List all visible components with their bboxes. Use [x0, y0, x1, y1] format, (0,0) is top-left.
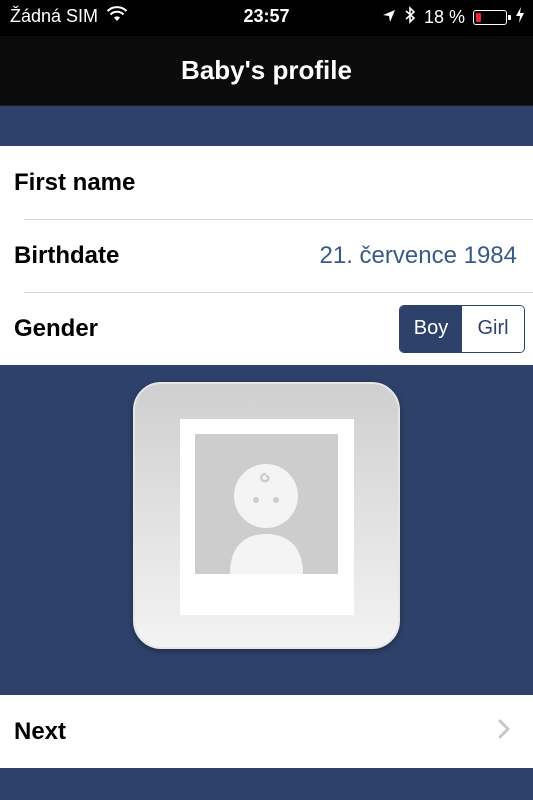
charging-icon: [515, 7, 525, 28]
gender-option-girl[interactable]: Girl: [462, 305, 524, 352]
page-title: Baby's profile: [181, 55, 352, 85]
first-name-row[interactable]: First name: [0, 146, 533, 219]
gender-option-boy[interactable]: Boy: [400, 305, 462, 352]
next-label: Next: [14, 717, 67, 745]
gender-row: Gender Boy Girl: [0, 292, 533, 365]
location-icon: [382, 7, 396, 28]
birthdate-label: Birthdate: [14, 241, 120, 269]
gender-segmented-control: Boy Girl: [399, 304, 525, 353]
battery-icon: [473, 10, 511, 25]
status-right: 18 %: [382, 6, 525, 29]
bluetooth-icon: [404, 6, 416, 29]
battery-level: [476, 13, 482, 22]
birthdate-value[interactable]: 21. července 1984: [320, 242, 517, 270]
profile-form: First name Birthdate 21. července 1984 G…: [0, 146, 533, 365]
birthdate-row[interactable]: Birthdate 21. července 1984: [0, 219, 533, 292]
battery-percent: 18 %: [423, 7, 465, 27]
first-name-label: First name: [14, 168, 136, 196]
navigation-bar: Baby's profile: [0, 36, 533, 106]
gender-label: Gender: [14, 314, 99, 342]
baby-photo-placeholder-icon: [180, 419, 354, 615]
chevron-right-icon: [497, 718, 511, 745]
next-button[interactable]: Next: [0, 695, 533, 768]
photo-picker[interactable]: [133, 382, 400, 649]
status-bar: Žádná SIM 23:57 18 %: [0, 0, 533, 36]
